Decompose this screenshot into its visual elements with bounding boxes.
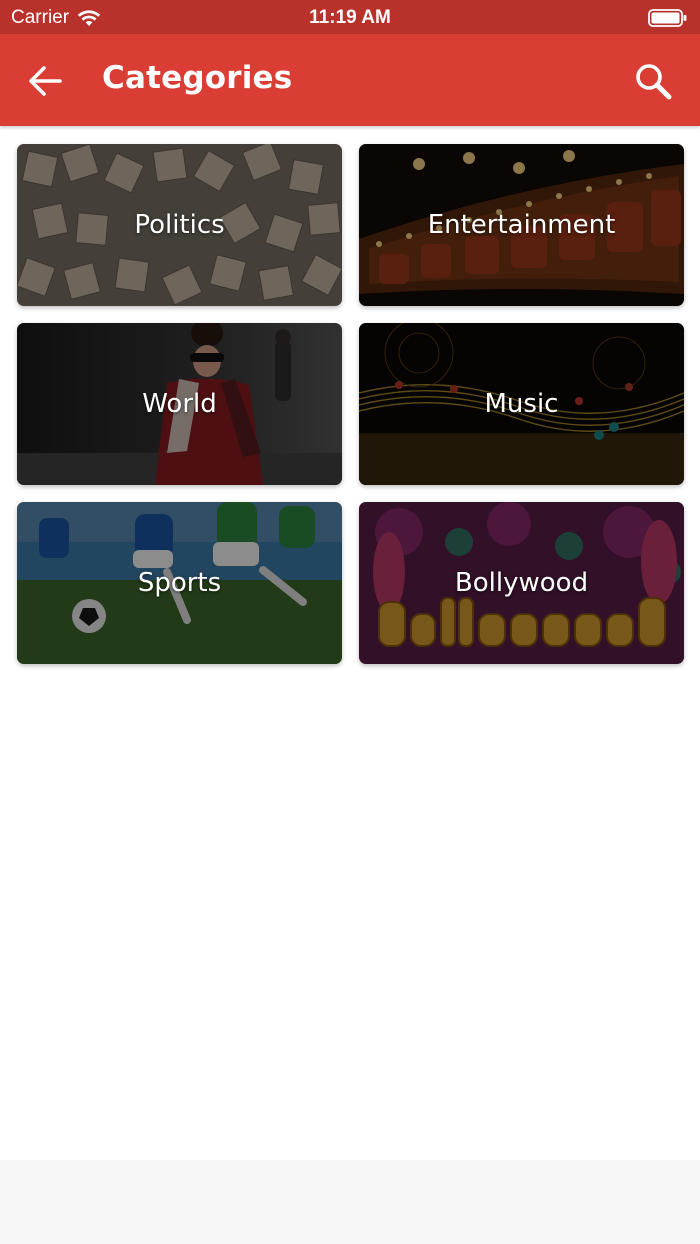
- category-card-sports[interactable]: Sports: [17, 502, 342, 664]
- category-label: Sports: [137, 568, 222, 598]
- category-card-bollywood[interactable]: Bollywood: [359, 502, 684, 664]
- status-bar: Carrier 11:19 AM: [0, 0, 700, 34]
- arrow-left-icon: [29, 66, 62, 96]
- page-title: Categories: [102, 60, 293, 96]
- category-card-politics[interactable]: Politics: [17, 144, 342, 306]
- category-card-entertainment[interactable]: Entertainment: [359, 144, 684, 306]
- battery-icon: [648, 9, 687, 27]
- category-label: World: [142, 389, 217, 419]
- category-label: Entertainment: [427, 210, 616, 240]
- search-button[interactable]: [630, 58, 676, 104]
- search-icon: [636, 64, 672, 100]
- bottom-bar: [0, 1160, 700, 1244]
- category-label: Politics: [134, 210, 225, 240]
- category-card-music[interactable]: Music: [359, 323, 684, 485]
- category-label: Music: [484, 389, 559, 419]
- category-label: Bollywood: [454, 568, 589, 598]
- clock: 11:19 AM: [309, 7, 391, 28]
- category-card-world[interactable]: World: [17, 323, 342, 485]
- back-button[interactable]: [22, 58, 68, 104]
- app-bar: Categories: [0, 34, 700, 126]
